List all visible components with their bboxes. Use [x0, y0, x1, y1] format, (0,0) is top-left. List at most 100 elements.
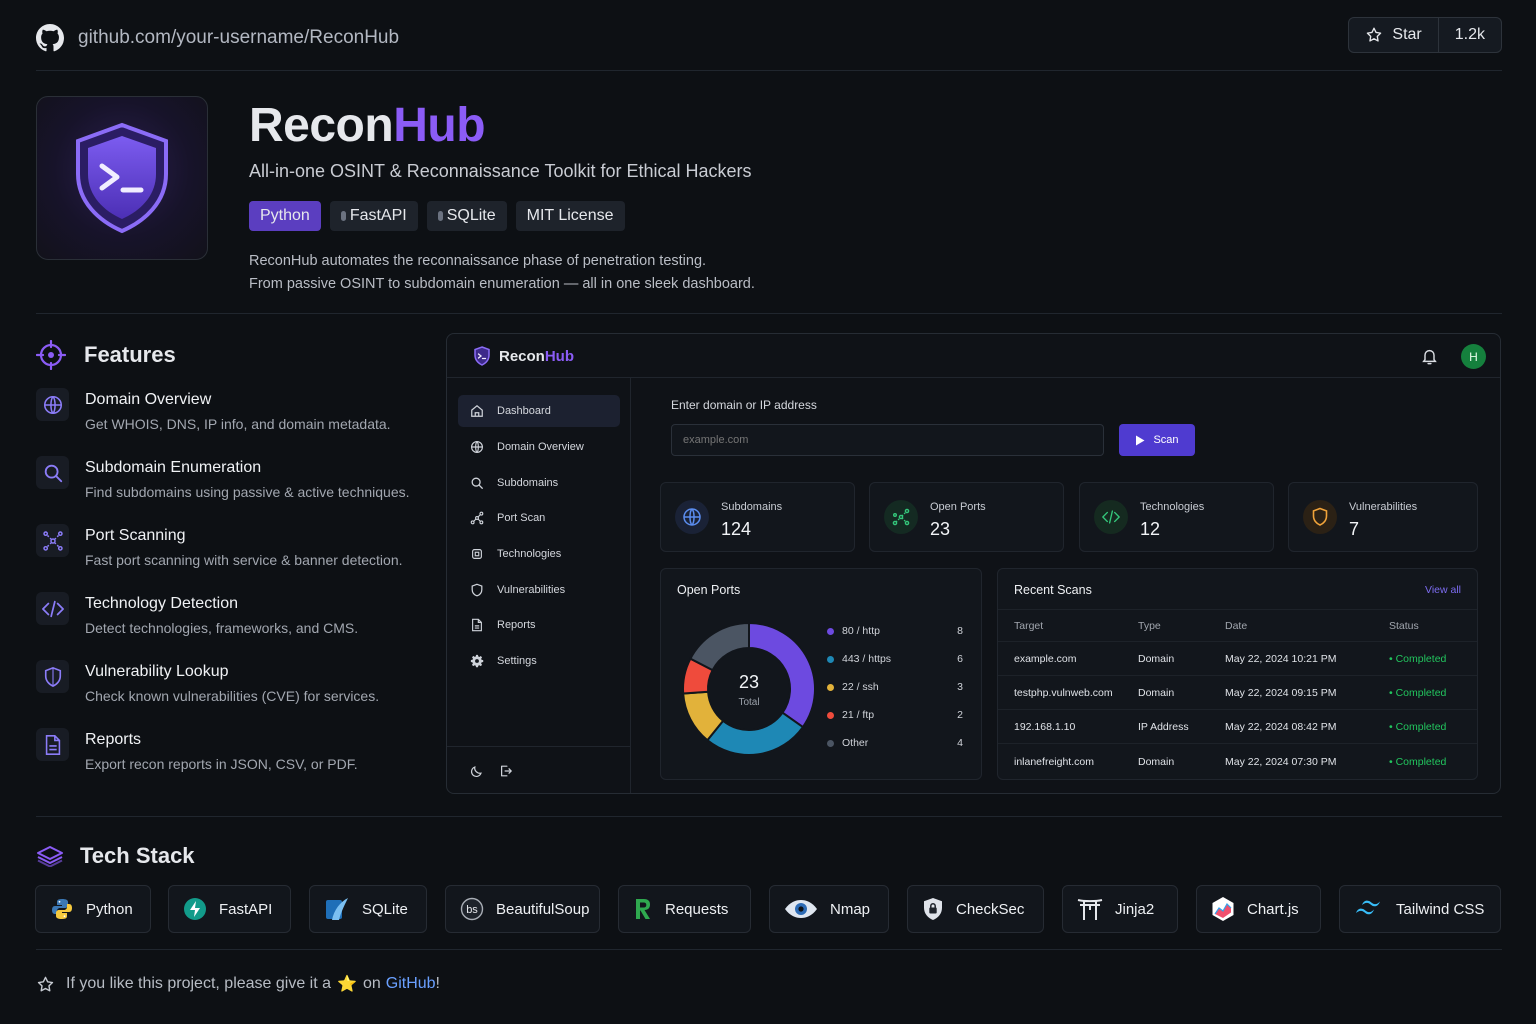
- scan-type: Domain: [1138, 756, 1175, 768]
- legend-item: 443 / https 6: [827, 653, 963, 665]
- scan-target[interactable]: 192.168.1.10: [1014, 721, 1075, 733]
- logout-icon[interactable]: [499, 764, 513, 778]
- feature-subdomain-enumeration: Subdomain Enumeration Find subdomains usi…: [36, 456, 410, 500]
- chip-icon: [470, 547, 484, 561]
- badge-label: MIT License: [526, 207, 614, 224]
- sidebar-item-domain-overview[interactable]: Domain Overview: [458, 431, 620, 463]
- scan-date: May 22, 2024 09:15 PM: [1225, 687, 1337, 699]
- view-all-link[interactable]: View all: [1425, 584, 1461, 596]
- shield-icon: [1303, 500, 1337, 534]
- feature-desc: Detect technologies, frameworks, and CMS…: [85, 620, 359, 636]
- star-button[interactable]: Star: [1349, 18, 1437, 52]
- column-header-date: Date: [1225, 620, 1248, 632]
- legend-value: 6: [957, 653, 963, 665]
- sidebar-item-reports[interactable]: Reports: [458, 609, 620, 641]
- title-part-recon: Recon: [249, 99, 394, 152]
- sidebar-item-settings[interactable]: Settings: [458, 645, 620, 677]
- tech-item-beautifulsoup[interactable]: bs BeautifulSoup: [445, 885, 600, 933]
- sidebar-item-label: Subdomains: [497, 477, 559, 489]
- sidebar-item-label: Vulnerabilities: [497, 584, 566, 596]
- legend-value: 3: [957, 681, 963, 693]
- legend-swatch: [827, 711, 834, 719]
- feature-title: Reports: [85, 731, 142, 748]
- tech-item-label: CheckSec: [956, 900, 1025, 918]
- tech-item-sqlite[interactable]: SQLite: [309, 885, 427, 933]
- scan-type: IP Address: [1138, 721, 1189, 733]
- star-label: Star: [1392, 26, 1422, 43]
- stat-label: Technologies: [1140, 501, 1205, 513]
- stat-value: 7: [1349, 519, 1360, 539]
- features-heading: Features: [36, 340, 176, 370]
- tech-item-tailwind[interactable]: Tailwind CSS: [1339, 885, 1501, 933]
- legend-label: 80 / http: [842, 625, 880, 637]
- scan-input[interactable]: [671, 424, 1104, 456]
- stat-value: 12: [1140, 519, 1161, 539]
- bell-icon[interactable]: [1421, 347, 1438, 365]
- stat-card-open-ports[interactable]: Open Ports 23: [869, 482, 1064, 552]
- dashboard-brand[interactable]: ReconHub: [473, 346, 574, 366]
- shield-logo-icon: [473, 346, 491, 366]
- status-badge: • Completed: [1389, 687, 1447, 699]
- globe-icon: [36, 388, 69, 421]
- tech-item-label: Jinja2: [1115, 900, 1155, 918]
- stat-card-technologies[interactable]: Technologies 12: [1079, 482, 1274, 552]
- avatar[interactable]: H: [1461, 344, 1486, 369]
- legend-value: 4: [957, 737, 963, 749]
- stat-card-subdomains[interactable]: Subdomains 124: [660, 482, 855, 552]
- footer-text: !: [435, 975, 440, 992]
- tech-item-chartjs[interactable]: Chart.js: [1196, 885, 1321, 933]
- github-link[interactable]: GitHub: [386, 975, 436, 993]
- divider: [36, 816, 1502, 817]
- stat-value: 124: [721, 519, 752, 539]
- star-widget: Star 1.2k: [1348, 17, 1502, 53]
- tech-item-fastapi[interactable]: FastAPI: [168, 885, 291, 933]
- badge-fastapi: FastAPI: [329, 201, 418, 231]
- sidebar-item-vulnerabilities[interactable]: Vulnerabilities: [458, 574, 620, 606]
- tech-item-checksec[interactable]: CheckSec: [907, 885, 1044, 933]
- sidebar-item-label: Port Scan: [497, 512, 546, 524]
- star-count[interactable]: 1.2k: [1437, 18, 1501, 52]
- legend-label: 21 / ftp: [842, 709, 875, 721]
- sidebar-item-subdomains[interactable]: Subdomains: [458, 467, 620, 499]
- repo-url[interactable]: github.com/your-username/ReconHub: [78, 27, 399, 49]
- sidebar-item-dashboard[interactable]: Dashboard: [458, 395, 620, 427]
- tech-item-jinja2[interactable]: Jinja2: [1062, 885, 1178, 933]
- home-icon: [470, 404, 484, 418]
- tech-item-nmap[interactable]: Nmap: [769, 885, 889, 933]
- tech-item-python[interactable]: Python: [35, 885, 151, 933]
- code-icon: [1094, 500, 1128, 534]
- sidebar-item-label: Technologies: [497, 548, 562, 560]
- tech-item-requests[interactable]: Requests: [618, 885, 751, 933]
- scan-date: May 22, 2024 07:30 PM: [1225, 756, 1337, 768]
- feature-port-scanning: Port Scanning Fast port scanning with ser…: [36, 524, 403, 568]
- requests-icon: [633, 897, 653, 921]
- section-title: Features: [84, 342, 176, 367]
- stat-label: Open Ports: [930, 501, 986, 513]
- row-divider: [998, 743, 1477, 744]
- scan-date: May 22, 2024 10:21 PM: [1225, 653, 1337, 665]
- row-divider: [998, 675, 1477, 676]
- legend-swatch: [827, 627, 834, 635]
- svg-text:bs: bs: [466, 904, 478, 916]
- feature-title: Port Scanning: [85, 527, 186, 544]
- footer-text: on: [362, 975, 381, 992]
- tech-item-label: Tailwind CSS: [1396, 900, 1485, 918]
- status-label: Completed: [1395, 653, 1447, 665]
- badge-label: SQLite: [446, 207, 496, 224]
- github-icon[interactable]: [36, 24, 64, 52]
- status-badge: • Completed: [1389, 721, 1447, 733]
- project-subtitle: All-in-one OSINT & Reconnaissance Toolki…: [249, 161, 752, 181]
- divider: [36, 313, 1502, 314]
- stat-card-vulnerabilities[interactable]: Vulnerabilities 7: [1288, 482, 1478, 552]
- stat-label: Vulnerabilities: [1349, 501, 1418, 513]
- moon-icon[interactable]: [470, 764, 484, 778]
- scan-target[interactable]: inlanefreight.com: [1014, 756, 1094, 768]
- scan-target[interactable]: example.com: [1014, 653, 1076, 665]
- legend-item: 80 / http 8: [827, 625, 963, 637]
- sidebar-item-technologies[interactable]: Technologies: [458, 538, 620, 570]
- scan-button[interactable]: Scan: [1119, 424, 1195, 456]
- scan-target[interactable]: testphp.vulnweb.com: [1014, 687, 1113, 699]
- open-ports-panel: Open Ports 23 Total 80 / http 8 443 / http…: [660, 568, 982, 780]
- shield-icon: [36, 660, 69, 693]
- sidebar-item-port-scan[interactable]: Port Scan: [458, 502, 620, 534]
